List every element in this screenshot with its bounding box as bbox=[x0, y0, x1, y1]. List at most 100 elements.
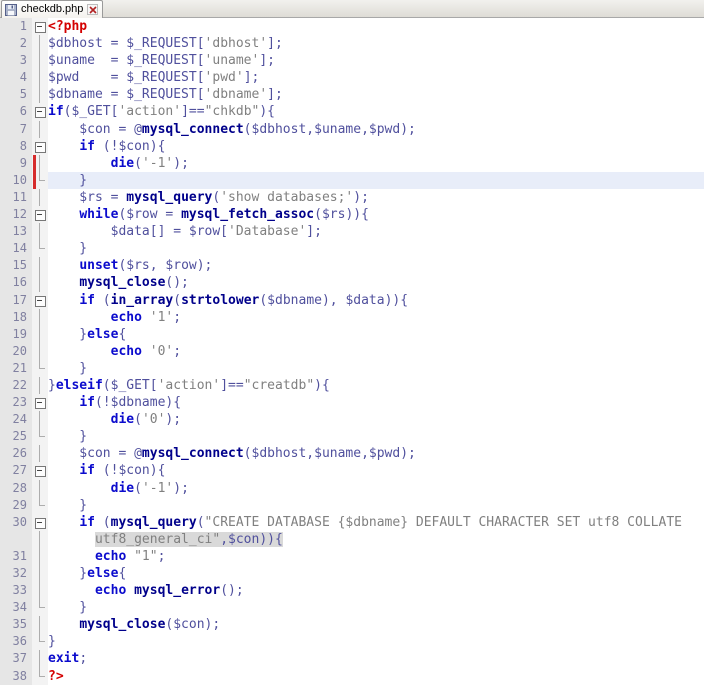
fold-collapse-icon[interactable] bbox=[32, 137, 48, 155]
fold-end-icon bbox=[32, 667, 48, 685]
code-line: 37 exit; bbox=[0, 650, 704, 668]
fold-collapse-icon[interactable] bbox=[32, 291, 48, 309]
code-line: 16 mysql_close(); bbox=[0, 274, 704, 292]
code-text: $dbname = $_REQUEST['dbname']; bbox=[48, 87, 283, 103]
fold-collapse-icon[interactable] bbox=[32, 103, 48, 121]
code-editor[interactable]: 1 <?php 2 $dbhost = $_REQUEST['dbhost']; 3 $u… bbox=[0, 18, 704, 686]
code-text: echo "1"; bbox=[94, 548, 166, 564]
fold-margin bbox=[32, 565, 48, 583]
code-line: 36} bbox=[0, 633, 704, 651]
fold-margin bbox=[32, 616, 48, 634]
line-number: 7 bbox=[0, 120, 32, 138]
fold-end-icon bbox=[32, 240, 48, 258]
tab-title: checkdb.php bbox=[21, 3, 84, 15]
code-text: exit; bbox=[48, 651, 88, 667]
line-number: 35 bbox=[0, 616, 32, 634]
fold-end-icon bbox=[32, 171, 48, 189]
line-number: 27 bbox=[0, 462, 32, 480]
line-number: 5 bbox=[0, 86, 32, 104]
modified-line-marker bbox=[33, 171, 36, 189]
line-number: 37 bbox=[0, 650, 32, 668]
line-number: 28 bbox=[0, 479, 32, 497]
line-number: 16 bbox=[0, 274, 32, 292]
line-number: 32 bbox=[0, 565, 32, 583]
code-text: } bbox=[48, 171, 704, 189]
fold-margin bbox=[32, 650, 48, 668]
fold-margin bbox=[32, 479, 48, 497]
code-line: 24 die('0'); bbox=[0, 411, 704, 429]
code-text: } bbox=[48, 241, 88, 257]
code-text: $data[] = $row['Database']; bbox=[48, 224, 322, 240]
code-line: 8 if (!$con){ bbox=[0, 137, 704, 155]
code-line: 2 $dbhost = $_REQUEST['dbhost']; bbox=[0, 35, 704, 53]
code-line: 38 ?> bbox=[0, 667, 704, 685]
fold-margin bbox=[32, 69, 48, 87]
code-text: die('-1'); bbox=[110, 155, 189, 171]
code-line: 33 echo mysql_error(); bbox=[0, 582, 704, 600]
code-line: 14 } bbox=[0, 240, 704, 258]
code-text: $con = @mysql_connect($dbhost,$uname,$pw… bbox=[48, 121, 416, 137]
tab-close-icon[interactable] bbox=[87, 4, 99, 15]
code-line: 28 die('-1'); bbox=[0, 479, 704, 497]
code-line: 30 if (mysql_query("CREATE DATABASE {$db… bbox=[0, 513, 704, 531]
code-text: } bbox=[48, 634, 56, 650]
fold-end-icon bbox=[32, 633, 48, 651]
fold-collapse-icon[interactable] bbox=[32, 394, 48, 412]
modified-line-marker bbox=[33, 154, 36, 172]
code-text: mysql_close(); bbox=[79, 275, 189, 291]
line-number: 2 bbox=[0, 35, 32, 53]
fold-margin bbox=[32, 411, 48, 429]
line-number: 33 bbox=[0, 582, 32, 600]
line-number: 13 bbox=[0, 223, 32, 241]
fold-collapse-icon[interactable] bbox=[32, 462, 48, 480]
line-number: 24 bbox=[0, 411, 32, 429]
line-number: 23 bbox=[0, 394, 32, 412]
code-text: }else{ bbox=[48, 566, 127, 581]
code-line: 17 if (in_array(strtolower($dbname), $da… bbox=[0, 291, 704, 309]
code-text: }elseif($_GET['action']=="creatdb"){ bbox=[48, 377, 330, 393]
document-icon bbox=[5, 3, 17, 16]
code-line: 27 if (!$con){ bbox=[0, 462, 704, 480]
line-number: 8 bbox=[0, 137, 32, 155]
code-line: 13 $data[] = $row['Database']; bbox=[0, 223, 704, 241]
line-number: 19 bbox=[0, 325, 32, 343]
code-line: 22}elseif($_GET['action']=="creatdb"){ bbox=[0, 376, 704, 395]
code-line: 12 while($row = mysql_fetch_assoc($rs)){ bbox=[0, 206, 704, 224]
fold-end-icon bbox=[32, 496, 48, 514]
code-text: } bbox=[48, 497, 88, 513]
fold-margin bbox=[32, 445, 48, 463]
fold-collapse-icon[interactable] bbox=[32, 513, 48, 531]
code-line: 5 $dbname = $_REQUEST['dbname']; bbox=[0, 86, 704, 104]
code-text: echo '1'; bbox=[110, 309, 182, 325]
line-number: 9 bbox=[0, 154, 32, 172]
fold-end-icon bbox=[32, 359, 48, 377]
fold-end-icon bbox=[32, 599, 48, 617]
line-number: 38 bbox=[0, 667, 32, 685]
fold-margin bbox=[32, 342, 48, 360]
line-number: 17 bbox=[0, 291, 32, 309]
fold-collapse-icon[interactable] bbox=[32, 18, 48, 36]
line-number: 4 bbox=[0, 69, 32, 87]
line-number: 34 bbox=[0, 599, 32, 617]
fold-collapse-icon[interactable] bbox=[32, 206, 48, 224]
code-line: 32 }else{ bbox=[0, 565, 704, 583]
code-text: $pwd = $_REQUEST['pwd']; bbox=[48, 70, 260, 86]
code-line: 1 <?php bbox=[0, 18, 704, 36]
code-text: <?php bbox=[48, 19, 88, 34]
line-number: 25 bbox=[0, 428, 32, 446]
code-line: 19 }else{ bbox=[0, 325, 704, 343]
line-number: 11 bbox=[0, 188, 32, 207]
line-number: 6 bbox=[0, 103, 32, 121]
code-text: } bbox=[48, 429, 88, 445]
fold-margin bbox=[32, 35, 48, 53]
code-text: mysql_close($con); bbox=[79, 617, 221, 633]
current-code-line: 10 } bbox=[0, 171, 704, 189]
line-number: 18 bbox=[0, 308, 32, 326]
line-number: 29 bbox=[0, 496, 32, 514]
code-text: }else{ bbox=[48, 326, 127, 342]
tab-checkdb-php[interactable]: checkdb.php bbox=[1, 0, 104, 18]
fold-margin bbox=[32, 376, 48, 395]
code-line: 11 $rs = mysql_query('show databases;'); bbox=[0, 188, 704, 207]
code-line: 4 $pwd = $_REQUEST['pwd']; bbox=[0, 69, 704, 87]
code-text: while($row = mysql_fetch_assoc($rs)){ bbox=[79, 207, 369, 223]
